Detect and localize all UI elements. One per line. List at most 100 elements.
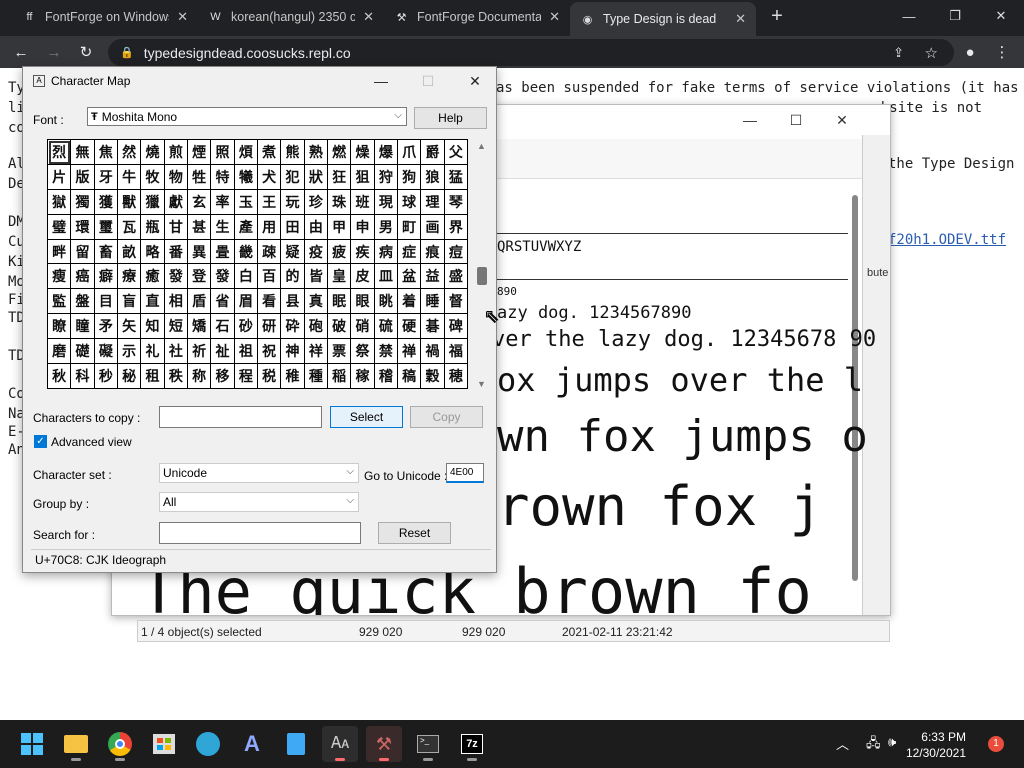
glyph-cell[interactable]: 稽 [374,364,398,389]
notification-badge[interactable]: 1 [988,736,1004,752]
glyph-cell[interactable]: 神 [281,339,305,365]
glyph-cell[interactable]: 燥 [351,140,375,165]
glyph-cell[interactable]: 禁 [374,339,398,365]
glyph-cell[interactable]: 珍 [304,189,328,215]
back-icon[interactable]: ← [9,40,33,64]
menu-icon[interactable]: ⋮ [990,40,1014,64]
forward-icon[interactable]: → [42,40,66,64]
glyph-cell[interactable]: 秋 [48,364,72,389]
glyph-cell[interactable]: 璽 [94,214,118,240]
glyph-cell[interactable]: 睡 [421,289,445,315]
glyph-cell[interactable]: 熟 [304,140,328,165]
glyph-cell[interactable]: 物 [164,164,188,190]
glyph-cell[interactable]: 皿 [374,264,398,290]
glyph-cell[interactable]: 益 [421,264,445,290]
glyph-cell[interactable]: 碁 [421,314,445,340]
glyph-cell[interactable]: 產 [234,214,258,240]
file-explorer-icon[interactable] [58,726,94,762]
close-icon[interactable]: ✕ [177,9,188,25]
glyph-cell[interactable]: 珠 [328,189,352,215]
glyph-cell[interactable]: 療 [118,264,142,290]
glyph-cell[interactable]: 狀 [304,164,328,190]
tab-fontforge-on-windows[interactable]: ff FontForge on Windows ✕ [12,0,198,34]
reload-icon[interactable]: ↻ [74,40,98,64]
glyph-cell[interactable]: 症 [398,239,422,265]
close-icon[interactable]: ✕ [822,107,862,133]
glyph-cell[interactable]: 照 [211,140,235,165]
profile-icon[interactable]: ● [958,40,982,64]
address-bar[interactable]: 🔒 typedesigndead.coosucks.repl.co ⇪ ☆ [108,39,954,66]
select-button[interactable]: Select [330,406,403,428]
glyph-cell[interactable]: 種 [304,364,328,389]
notepad-icon[interactable] [278,726,314,762]
glyph-cell[interactable]: 稲 [328,364,352,389]
glyph-cell[interactable]: 租 [141,364,165,389]
grid-scrollbar[interactable]: ▲ ▼ [474,139,490,389]
glyph-cell[interactable]: 稚 [281,364,305,389]
glyph-cell[interactable]: 特 [211,164,235,190]
glyph-cell[interactable]: 疫 [304,239,328,265]
glyph-cell[interactable]: 看 [258,289,282,315]
glyph-cell[interactable]: 班 [351,189,375,215]
close-window-icon[interactable]: ✕ [978,0,1024,32]
chevron-up-icon[interactable]: ︿ [836,734,849,753]
glyph-cell[interactable]: 相 [164,289,188,315]
glyph-cell[interactable]: 矢 [118,314,142,340]
glyph-cell[interactable]: 破 [328,314,352,340]
store-icon[interactable] [146,726,182,762]
glyph-cell[interactable]: 疲 [328,239,352,265]
glyph-cell[interactable]: 祭 [351,339,375,365]
glyph-cell[interactable]: 禍 [421,339,445,365]
glyph-cell[interactable]: 磨 [48,339,72,365]
glyph-cell[interactable]: 疾 [351,239,375,265]
glyph-cell[interactable]: 皇 [328,264,352,290]
glyph-cell[interactable]: 畔 [48,239,72,265]
glyph-cell[interactable]: 猛 [444,164,468,190]
glyph-cell[interactable]: 移 [211,364,235,389]
glyph-cell[interactable]: 瞭 [48,314,72,340]
app-a-icon[interactable]: A [234,726,270,762]
glyph-cell[interactable]: 秘 [118,364,142,389]
maximize-icon[interactable]: ☐ [776,107,816,133]
glyph-cell[interactable]: 番 [164,239,188,265]
clock[interactable]: 6:33 PM 12/30/2021 [906,729,966,761]
glyph-cell[interactable]: 甲 [328,214,352,240]
glyph-cell[interactable]: 盤 [71,289,95,315]
glyph-cell[interactable]: 版 [71,164,95,190]
glyph-cell[interactable]: 焦 [94,140,118,165]
share-icon[interactable]: ⇪ [893,45,904,61]
glyph-cell[interactable]: 率 [211,189,235,215]
glyph-cell[interactable]: 称 [188,364,212,389]
glyph-cell[interactable]: 礎 [71,339,95,365]
minimize-icon[interactable]: — [886,0,932,32]
glyph-cell[interactable]: 癒 [141,264,165,290]
terminal-icon[interactable]: >_ [410,726,446,762]
chars-to-copy-input[interactable] [159,406,322,428]
close-icon[interactable]: ✕ [549,9,560,25]
character-set-select[interactable]: Unicode ⌵ [159,463,359,483]
glyph-cell[interactable]: 烈 [48,140,72,165]
glyph-cell[interactable]: 畜 [94,239,118,265]
glyph-cell[interactable]: 牧 [141,164,165,190]
glyph-cell[interactable]: 獄 [48,189,72,215]
glyph-cell[interactable]: 畳 [211,239,235,265]
glyph-cell[interactable]: 獻 [164,189,188,215]
glyph-cell[interactable]: 祈 [188,339,212,365]
glyph-cell[interactable]: 示 [118,339,142,365]
close-icon[interactable]: ✕ [460,70,490,92]
glyph-cell[interactable]: 秩 [164,364,188,389]
tab-type-design-is-dead[interactable]: ◉ Type Design is dead ✕ [570,2,756,36]
glyph-cell[interactable]: 疎 [258,239,282,265]
font-select[interactable]: Ŧ Moshita Mono ⌵ [87,107,407,126]
maps-globe-icon[interactable] [190,726,226,762]
glyph-cell[interactable]: 生 [211,214,235,240]
glyph-cell[interactable]: 略 [141,239,165,265]
scroll-thumb[interactable] [477,267,487,285]
glyph-cell[interactable]: 現 [374,189,398,215]
glyph-cell[interactable]: 環 [71,214,95,240]
glyph-cell[interactable]: 硬 [398,314,422,340]
glyph-cell[interactable]: 玩 [281,189,305,215]
7zip-icon[interactable]: 7z [454,726,490,762]
glyph-cell[interactable]: 砕 [281,314,305,340]
glyph-cell[interactable]: 煮 [258,140,282,165]
